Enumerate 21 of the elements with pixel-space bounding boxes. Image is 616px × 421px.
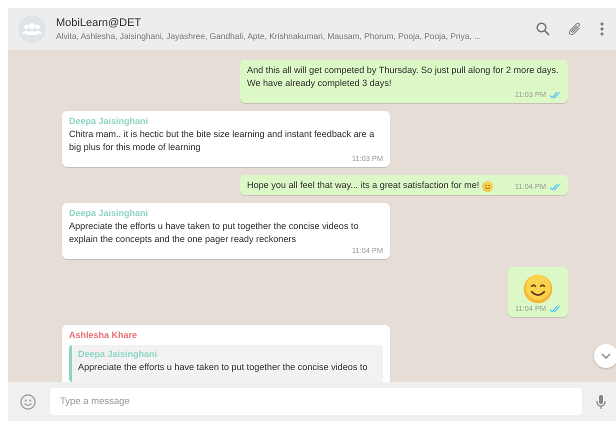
search-icon[interactable] [536, 22, 550, 36]
quoted-text: Appreciate the efforts u have taken to put together the concise videos to [78, 361, 369, 374]
message-text: Hope you all feel that way... its a great satisfaction for me! [247, 179, 480, 192]
paperclip-icon[interactable] [568, 22, 582, 36]
scroll-down-button[interactable] [594, 344, 616, 368]
menu-icon[interactable] [600, 22, 604, 36]
chat-title: MobiLearn@DET [56, 17, 142, 29]
emoji-icon[interactable] [20, 394, 36, 410]
message-text: And this all will get competed by Thursday. So just pull along for 2 more days. We have already completed 3 days! [247, 64, 560, 90]
message-input[interactable]: Type a message [50, 388, 582, 415]
sender-name: Deepa Jaisinghani [69, 115, 150, 128]
sender-name: Deepa Jaisinghani [69, 207, 150, 220]
smiley-emoji-icon [523, 274, 553, 304]
message-text: Appreciate the efforts u have taken to put together the concise videos to explain the concepts and the one pager ready reckoners [69, 220, 360, 246]
message-text: Chitra mam.. it is hectic but the bite size learning and instant feedback are a big plus for this mode of learning [69, 128, 376, 154]
member-list: Alvita, Ashlesha, Jaisinghani, Jayashree, Gandhali, Apte, Krishnakumari, Mausam, Phorum, Pooja, Pooja, Priya, ... [56, 31, 526, 41]
quoted-message[interactable]: Deepa Jaisinghani Appreciate the efforts u have taken to put together the concise videos to [69, 345, 383, 382]
sender-name: Ashlesha Khare [69, 329, 138, 342]
chevron-down-icon [601, 353, 611, 359]
sender-name: Deepa Jaisinghani [78, 348, 158, 361]
microphone-icon[interactable] [596, 394, 606, 410]
